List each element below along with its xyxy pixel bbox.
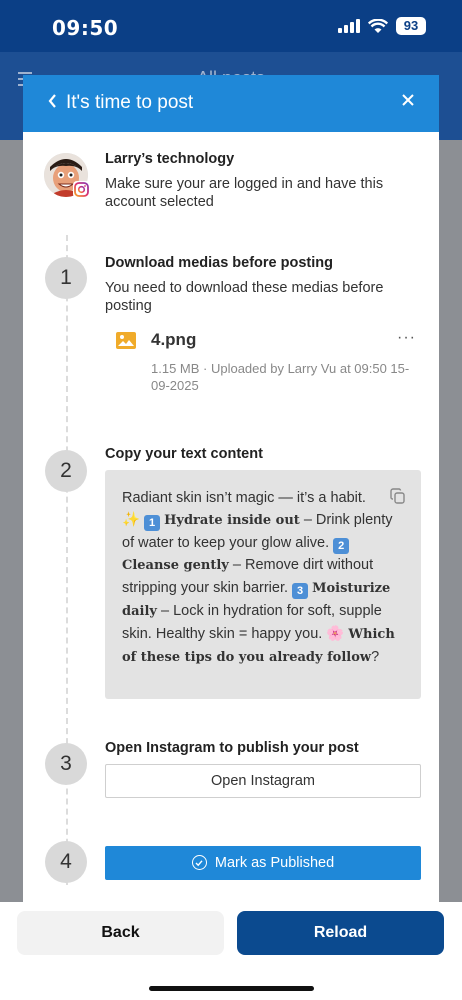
account-instructions: Make sure your are logged in and have th… bbox=[105, 176, 384, 210]
close-icon[interactable] bbox=[401, 90, 415, 113]
post-modal: It's time to post Larry’s technology Mak… bbox=[23, 75, 439, 905]
sparkles-icon: ✨ bbox=[122, 512, 141, 528]
image-file-icon bbox=[116, 332, 136, 349]
media-file-meta: 1.15 MB · Uploaded by Larry Vu at 09:50 … bbox=[151, 361, 410, 393]
check-circle-icon bbox=[191, 855, 207, 870]
reload-button[interactable]: Reload bbox=[237, 911, 444, 955]
blossom-icon: 🌸 bbox=[326, 626, 345, 642]
wifi-icon bbox=[368, 18, 388, 33]
status-bar: 09:50 93 bbox=[0, 0, 462, 52]
post-text-intro: Radiant skin isn’t magic — it’s a habit. bbox=[122, 490, 366, 506]
tip-2-heading: Cleanse gently bbox=[122, 558, 229, 573]
media-file-name[interactable]: 4.png bbox=[151, 330, 196, 350]
step-1-badge: 1 bbox=[45, 257, 87, 299]
keycap-3-icon: 3 bbox=[292, 583, 309, 599]
post-text-content[interactable]: Radiant skin isn’t magic — it’s a habit.… bbox=[105, 470, 421, 699]
cellular-signal-icon bbox=[338, 19, 360, 33]
copy-icon[interactable] bbox=[390, 488, 406, 512]
step-3-title: Open Instagram to publish your post bbox=[105, 740, 359, 756]
bottom-action-bar: Back Reload bbox=[0, 902, 462, 1000]
chevron-left-icon[interactable] bbox=[47, 93, 57, 114]
timeline-line bbox=[66, 235, 68, 885]
back-button[interactable]: Back bbox=[17, 911, 224, 955]
instagram-icon bbox=[73, 181, 90, 198]
modal-title: It's time to post bbox=[66, 92, 194, 113]
step-1-description: You need to download these medias before… bbox=[105, 280, 384, 314]
step-4-badge: 4 bbox=[45, 841, 87, 883]
tip-1-heading: Hydrate inside out bbox=[164, 513, 300, 528]
media-options-button[interactable]: ··· bbox=[397, 329, 416, 347]
modal-header: It's time to post bbox=[23, 75, 439, 132]
question-mark: ? bbox=[371, 649, 380, 665]
home-indicator[interactable] bbox=[149, 986, 314, 991]
keycap-1-icon: 1 bbox=[144, 515, 161, 531]
step-2-badge: 2 bbox=[45, 450, 87, 492]
open-instagram-button[interactable]: Open Instagram bbox=[105, 764, 421, 798]
status-time: 09:50 bbox=[52, 16, 119, 40]
keycap-2-icon: 2 bbox=[333, 538, 350, 554]
mark-as-published-button[interactable]: Mark as Published bbox=[105, 846, 421, 880]
step-3-badge: 3 bbox=[45, 743, 87, 785]
battery-indicator: 93 bbox=[396, 17, 426, 35]
step-2-title: Copy your text content bbox=[105, 446, 263, 462]
mark-as-published-label: Mark as Published bbox=[214, 855, 335, 871]
step-1-title: Download medias before posting bbox=[105, 255, 333, 271]
account-name: Larry’s technology bbox=[105, 151, 235, 167]
status-icons: 93 bbox=[338, 17, 426, 35]
